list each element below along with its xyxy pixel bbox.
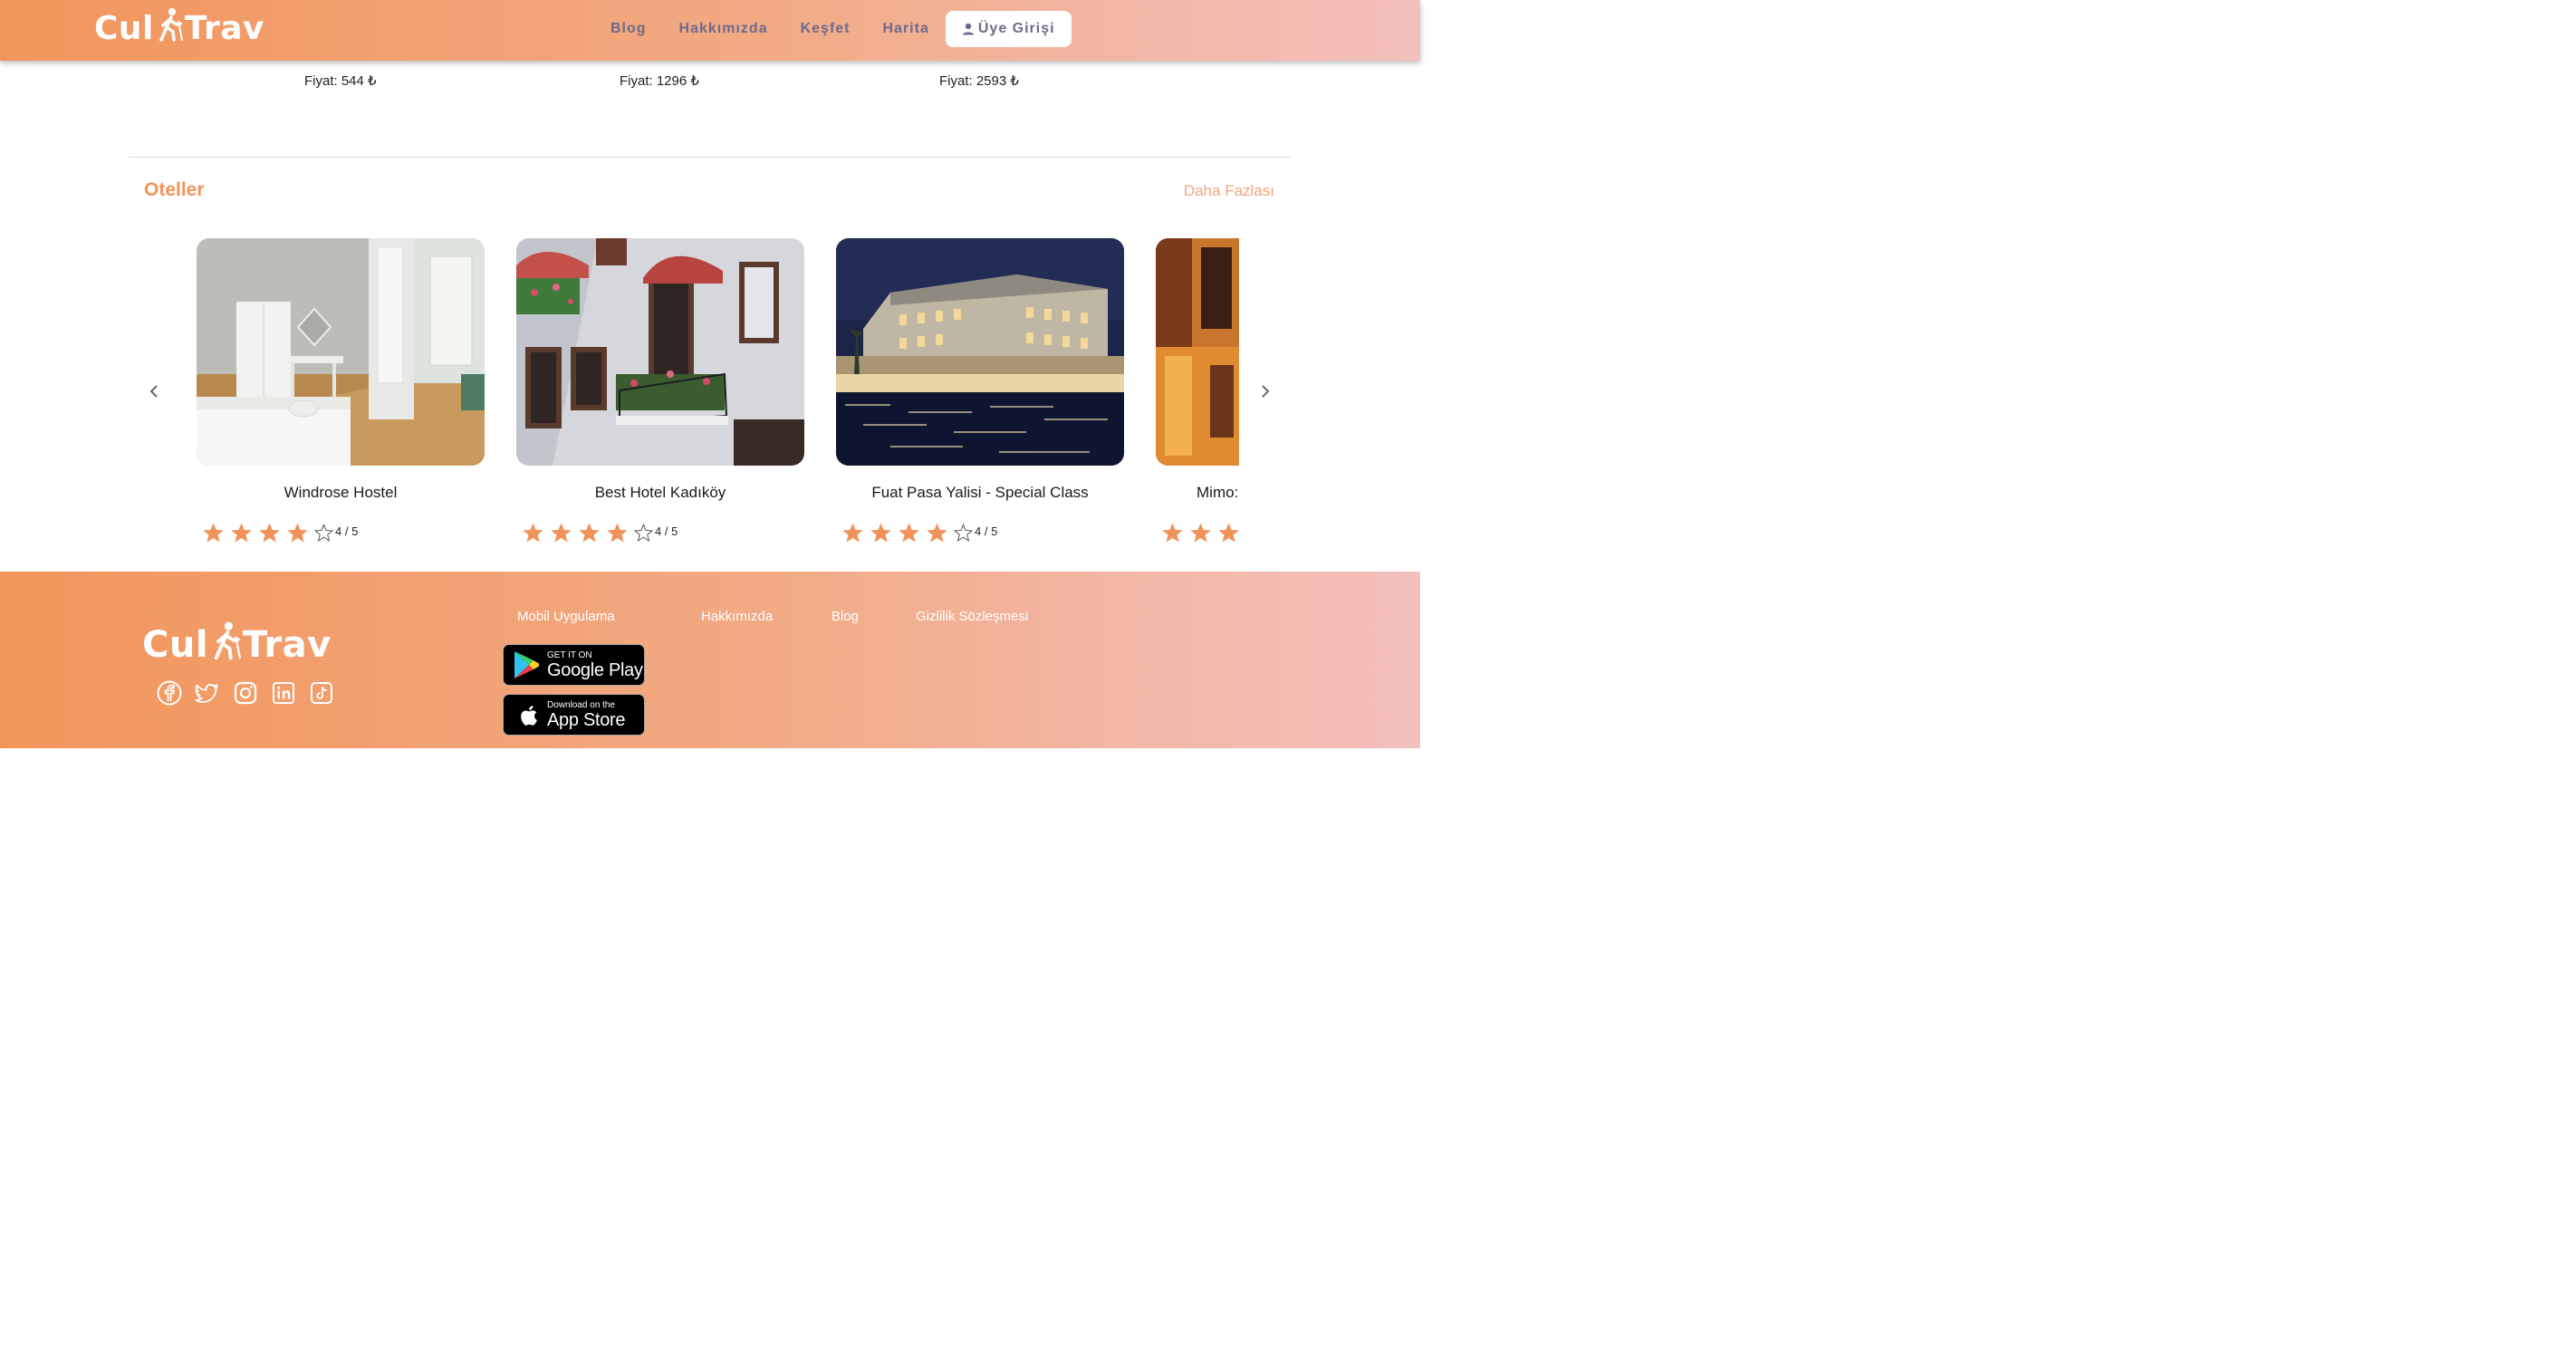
price-label: Fiyat: 2593 ₺: [939, 73, 1019, 89]
linkedin-icon[interactable]: [270, 679, 297, 707]
rating: 4 / 5: [841, 521, 1124, 544]
rating-text: 4 / 5: [975, 524, 998, 538]
hotel-carousel: Windrose Hostel 4 / 5 Best Hotel Kadıköy…: [197, 238, 1239, 551]
star-filled-icon: [842, 523, 863, 542]
star-filled-icon: [1218, 523, 1239, 542]
nav-about[interactable]: Hakkımızda: [679, 21, 768, 37]
footer-link-blog[interactable]: Blog: [831, 609, 859, 624]
logo-text-right: Trav: [243, 624, 332, 666]
star-filled-icon: [579, 523, 600, 542]
logo-text-left: Cul: [94, 9, 154, 47]
google-play-button[interactable]: GET IT ON Google Play: [503, 644, 645, 686]
hotel-photo: [197, 238, 485, 466]
star-filled-icon: [1190, 523, 1211, 542]
rating-text: 4 / 5: [335, 524, 359, 538]
app-store-small-text: Download on the: [547, 699, 616, 710]
chevron-left-icon: [149, 385, 158, 398]
star-filled-icon: [287, 523, 308, 542]
app-store-button[interactable]: Download on the App Store: [503, 694, 645, 736]
google-play-small-text: GET IT ON: [547, 650, 592, 660]
app-store-big-text: App Store: [547, 709, 626, 730]
star-filled-icon: [899, 523, 919, 542]
star-filled-icon: [1162, 523, 1183, 542]
footer-link-mobile-app[interactable]: Mobil Uygulama: [517, 609, 615, 624]
hotel-photo: [836, 238, 1124, 466]
price-label: Fiyat: 1296 ₺: [620, 73, 699, 89]
nav-explore[interactable]: Keşfet: [801, 21, 851, 37]
star-filled-icon: [523, 523, 543, 542]
price-label: Fiyat: 544 ₺: [304, 73, 377, 89]
hotel-name: Fuat Pasa Yalisi - Special Class: [871, 484, 1089, 501]
walker-icon: [156, 7, 183, 50]
apple-icon: [521, 706, 537, 726]
hotel-name: Mimo:: [1197, 484, 1239, 501]
instagram-icon[interactable]: [232, 679, 259, 707]
walker-icon: [210, 621, 242, 669]
logo-text-right: Trav: [184, 9, 265, 47]
twitter-icon[interactable]: [194, 679, 221, 707]
hotel-name: Windrose Hostel: [284, 484, 398, 501]
site-logo[interactable]: Cul Trav: [94, 7, 265, 50]
tiktok-icon[interactable]: [308, 679, 335, 707]
star-filled-icon: [607, 523, 628, 542]
star-empty-icon: [954, 523, 973, 542]
rating: [1161, 521, 1239, 544]
nav-map[interactable]: Harita: [883, 21, 929, 37]
star-filled-icon: [870, 523, 891, 542]
rating-text: 4 / 5: [655, 524, 678, 538]
hotel-photo: [1156, 238, 1239, 466]
logo-text-left: Cul: [142, 624, 209, 666]
star-empty-icon: [634, 523, 653, 542]
star-filled-icon: [231, 523, 252, 542]
footer-logo[interactable]: Cul Trav: [142, 621, 332, 669]
star-filled-icon: [203, 523, 224, 542]
section-title: Oteller: [144, 179, 205, 200]
chevron-right-icon: [1262, 385, 1270, 398]
footer-link-privacy[interactable]: Gizlilik Sözleşmesi: [916, 609, 1028, 624]
footer-link-about[interactable]: Hakkımızda: [701, 609, 773, 624]
hotel-card[interactable]: Windrose Hostel 4 / 5: [197, 238, 485, 544]
hotel-name: Best Hotel Kadıköy: [594, 484, 726, 501]
hotel-card[interactable]: Best Hotel Kadıköy 4 / 5: [516, 238, 804, 544]
site-footer: Cul Trav Mobil Uygulama Hakkımızda Blog …: [0, 572, 1420, 748]
carousel-next-button[interactable]: [1254, 380, 1276, 402]
google-play-big-text: Google Play: [547, 659, 643, 680]
top-header: Cul Trav Blog Hakkımızda Keşfet Harita Ü…: [0, 0, 1420, 61]
hotel-card[interactable]: Mimo:: [1156, 238, 1239, 544]
hotel-card[interactable]: Fuat Pasa Yalisi - Special Class 4 / 5: [836, 238, 1124, 544]
login-button[interactable]: Üye Girişi: [945, 11, 1072, 47]
rating: 4 / 5: [202, 521, 485, 544]
hotel-photo: [516, 238, 804, 466]
social-links: [156, 679, 346, 707]
more-link[interactable]: Daha Fazlası: [1184, 182, 1274, 200]
facebook-icon[interactable]: [156, 679, 183, 707]
star-empty-icon: [314, 523, 333, 542]
google-play-icon: [514, 651, 539, 678]
main-nav: Blog Hakkımızda Keşfet Harita Üye Girişi: [594, 11, 1072, 47]
star-filled-icon: [927, 523, 947, 542]
rating: 4 / 5: [522, 521, 804, 544]
nav-blog[interactable]: Blog: [610, 21, 647, 37]
star-filled-icon: [551, 523, 572, 542]
carousel-prev-button[interactable]: [143, 380, 165, 402]
login-label: Üye Girişi: [977, 21, 1055, 36]
section-divider: [129, 157, 1291, 158]
user-icon: [962, 23, 974, 35]
star-filled-icon: [259, 523, 280, 542]
